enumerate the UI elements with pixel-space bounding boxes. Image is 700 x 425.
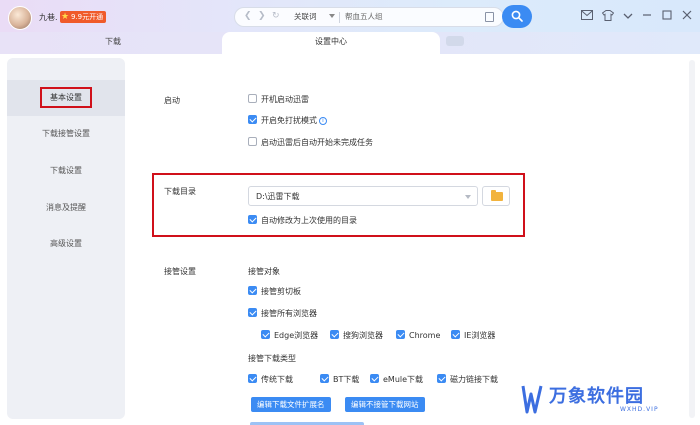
option-clipboard[interactable]: 接管剪切板 bbox=[248, 286, 301, 298]
takeover-object-heading: 接管对象 bbox=[248, 267, 280, 276]
settings-sidebar: 基本设置 下载接管设置 下载设置 消息及提醒 高级设置 bbox=[7, 58, 125, 419]
maximize-icon[interactable] bbox=[660, 10, 674, 24]
tab-download[interactable]: 下载 bbox=[6, 32, 220, 52]
username[interactable]: 九巷. bbox=[39, 12, 58, 23]
checkbox[interactable] bbox=[396, 330, 405, 339]
browse-folder-button[interactable] bbox=[482, 186, 510, 206]
checkbox[interactable] bbox=[261, 330, 270, 339]
forward-icon[interactable]: ❯ bbox=[258, 11, 266, 21]
option-autostart[interactable]: 开机启动迅雷 bbox=[248, 94, 309, 106]
checkbox[interactable] bbox=[320, 374, 329, 383]
option-chrome[interactable]: Chrome bbox=[396, 330, 440, 342]
crown-icon: ★ bbox=[61, 12, 70, 22]
divider bbox=[339, 12, 340, 23]
checkbox[interactable] bbox=[248, 115, 257, 124]
checkbox[interactable] bbox=[330, 330, 339, 339]
search-icon bbox=[511, 10, 523, 22]
watermark-title: 万象软件园 bbox=[549, 386, 644, 407]
option-do-not-disturb[interactable]: 开启免打扰模式 i bbox=[248, 115, 327, 127]
sidebar-item-label: 高级设置 bbox=[50, 239, 82, 248]
option-sogou[interactable]: 搜狗浏览器 bbox=[330, 330, 383, 342]
option-magnet[interactable]: 磁力链接下载 bbox=[437, 374, 498, 386]
clipboard-icon[interactable] bbox=[485, 12, 494, 22]
option-traditional[interactable]: 传统下载 bbox=[248, 374, 293, 386]
watermark-logo bbox=[521, 385, 543, 414]
sidebar-item-label: 下载设置 bbox=[50, 166, 82, 175]
takeover-label: 接管设置 bbox=[164, 267, 196, 276]
checkbox[interactable] bbox=[248, 215, 257, 224]
mail-icon[interactable] bbox=[580, 10, 594, 24]
minimize-icon[interactable] bbox=[640, 10, 654, 24]
checkbox[interactable] bbox=[248, 94, 257, 103]
edit-extensions-button[interactable]: 编辑下载文件扩展名 bbox=[251, 397, 331, 412]
new-tab-icon[interactable] bbox=[446, 36, 464, 46]
sidebar-item-messages[interactable]: 消息及提醒 bbox=[7, 190, 125, 226]
option-bt[interactable]: BT下载 bbox=[320, 374, 359, 386]
checkbox[interactable] bbox=[248, 286, 257, 295]
sidebar-item-label: 下载接管设置 bbox=[42, 129, 90, 138]
folder-icon bbox=[491, 190, 503, 201]
option-edge[interactable]: Edge浏览器 bbox=[261, 330, 318, 342]
refresh-icon[interactable]: ↻ bbox=[272, 11, 280, 21]
sidebar-item-label: 基本设置 bbox=[40, 87, 92, 108]
download-dir-value: D:\迅雷下载 bbox=[256, 192, 300, 201]
vip-badge[interactable]: ★ 9.9元开通 bbox=[60, 11, 107, 23]
title-bar: 九巷. ★ 9.9元开通 ❮ ❯ ↻ 关联词 帮血五人组 bbox=[0, 0, 700, 36]
takeover-type-heading: 接管下载类型 bbox=[248, 354, 296, 363]
settings-content: 启动 开机启动迅雷 开启免打扰模式 i 启动迅雷后自动开始未完成任务 下载目录 D… bbox=[130, 54, 690, 425]
checkbox[interactable] bbox=[437, 374, 446, 383]
option-all-browsers[interactable]: 接管所有浏览器 bbox=[248, 308, 317, 320]
download-dir-label: 下载目录 bbox=[164, 187, 196, 196]
checkbox[interactable] bbox=[248, 374, 257, 383]
option-emule[interactable]: eMule下载 bbox=[370, 374, 423, 386]
chevron-down-icon[interactable] bbox=[465, 195, 471, 199]
search-input[interactable]: 帮血五人组 bbox=[345, 11, 383, 22]
keyword-dropdown[interactable]: 关联词 bbox=[294, 11, 317, 22]
settings-page: 基本设置 下载接管设置 下载设置 消息及提醒 高级设置 启动 开机启动迅雷 开启… bbox=[0, 54, 700, 425]
sidebar-item-download[interactable]: 下载设置 bbox=[7, 153, 125, 189]
download-dir-select[interactable]: D:\迅雷下载 bbox=[248, 186, 478, 206]
sidebar-item-advanced[interactable]: 高级设置 bbox=[7, 226, 125, 262]
sidebar-item-takeover[interactable]: 下载接管设置 bbox=[7, 116, 125, 152]
sidebar-item-label: 消息及提醒 bbox=[46, 203, 86, 212]
option-auto-last-dir[interactable]: 自动修改为上次使用的目录 bbox=[248, 215, 357, 227]
option-resume-tasks[interactable]: 启动迅雷后自动开始未完成任务 bbox=[248, 137, 373, 149]
tab-strip: 下载 设置中心 bbox=[0, 32, 700, 54]
search-button[interactable] bbox=[502, 5, 532, 28]
menu-chevron-icon[interactable] bbox=[621, 10, 635, 24]
sidebar-item-basic[interactable]: 基本设置 bbox=[7, 80, 125, 116]
vip-badge-label: 9.9元开通 bbox=[71, 13, 104, 21]
scrollbar[interactable] bbox=[689, 60, 695, 418]
watermark-subtitle: WXHD.VIP bbox=[620, 406, 659, 413]
shirt-icon[interactable] bbox=[601, 10, 615, 24]
checkbox[interactable] bbox=[370, 374, 379, 383]
back-icon[interactable]: ❮ bbox=[244, 11, 252, 21]
tab-settings-center[interactable]: 设置中心 bbox=[222, 32, 440, 54]
checkbox[interactable] bbox=[248, 137, 257, 146]
checkbox[interactable] bbox=[451, 330, 460, 339]
startup-label: 启动 bbox=[164, 96, 180, 105]
address-bar: ❮ ❯ ↻ 关联词 帮血五人组 bbox=[234, 7, 504, 27]
avatar[interactable] bbox=[8, 6, 32, 30]
close-icon[interactable] bbox=[680, 10, 694, 24]
chevron-down-icon[interactable] bbox=[329, 14, 335, 18]
option-ie[interactable]: IE浏览器 bbox=[451, 330, 495, 342]
info-icon[interactable]: i bbox=[319, 116, 327, 125]
checkbox[interactable] bbox=[248, 308, 257, 317]
edit-excluded-sites-button[interactable]: 编辑不接管下载网站 bbox=[345, 397, 425, 412]
